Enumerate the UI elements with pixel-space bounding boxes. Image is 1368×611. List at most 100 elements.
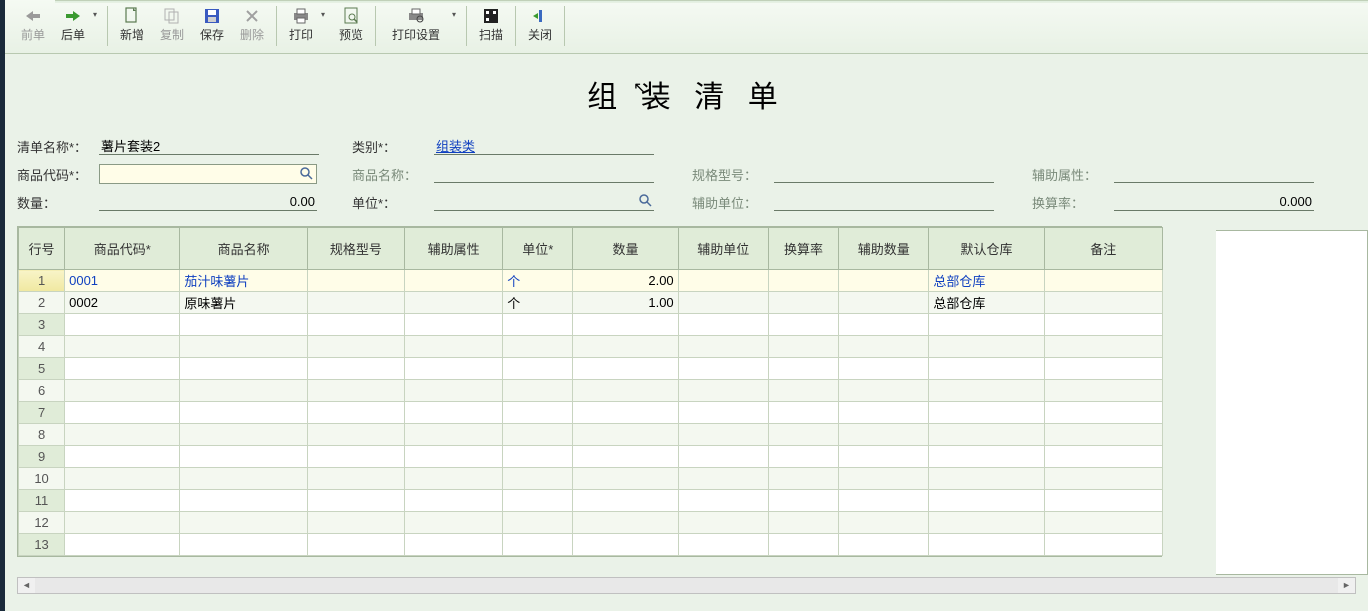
table-cell[interactable] bbox=[929, 446, 1044, 468]
table-cell[interactable] bbox=[929, 358, 1044, 380]
table-row[interactable]: 10 bbox=[19, 468, 1163, 490]
table-cell[interactable] bbox=[929, 336, 1044, 358]
qty-field[interactable] bbox=[99, 193, 317, 211]
table-cell[interactable]: 6 bbox=[19, 380, 65, 402]
table-cell[interactable] bbox=[929, 424, 1044, 446]
table-cell[interactable] bbox=[678, 446, 768, 468]
conv-rate-field[interactable] bbox=[1114, 193, 1314, 211]
table-cell[interactable] bbox=[678, 380, 768, 402]
table-row[interactable]: 6 bbox=[19, 380, 1163, 402]
table-cell[interactable] bbox=[307, 292, 404, 314]
table-cell[interactable]: 13 bbox=[19, 534, 65, 556]
table-cell[interactable] bbox=[929, 534, 1044, 556]
table-cell[interactable] bbox=[65, 424, 180, 446]
table-cell[interactable]: 1 bbox=[19, 270, 65, 292]
prev-button[interactable]: 前单 bbox=[13, 4, 53, 48]
list-name-field[interactable] bbox=[99, 137, 319, 155]
table-cell[interactable]: 茄汁味薯片 bbox=[180, 270, 307, 292]
table-cell[interactable] bbox=[404, 358, 502, 380]
table-cell[interactable] bbox=[307, 446, 404, 468]
table-cell[interactable] bbox=[573, 314, 678, 336]
table-cell[interactable] bbox=[768, 468, 838, 490]
table-row[interactable]: 7 bbox=[19, 402, 1163, 424]
search-icon[interactable] bbox=[299, 166, 315, 182]
table-cell[interactable] bbox=[1044, 314, 1162, 336]
table-cell[interactable] bbox=[307, 424, 404, 446]
table-cell[interactable]: 总部仓库 bbox=[929, 270, 1044, 292]
table-cell[interactable]: 0002 bbox=[65, 292, 180, 314]
close-button[interactable]: 关闭 bbox=[520, 4, 560, 48]
table-cell[interactable] bbox=[404, 468, 502, 490]
table-row[interactable]: 20002原味薯片个1.00总部仓库 bbox=[19, 292, 1163, 314]
print-setup-button[interactable]: 打印设置 bbox=[380, 4, 452, 48]
table-cell[interactable] bbox=[307, 402, 404, 424]
aux-unit-field[interactable] bbox=[774, 193, 994, 211]
table-cell[interactable]: 0001 bbox=[65, 270, 180, 292]
table-cell[interactable] bbox=[839, 512, 929, 534]
table-cell[interactable] bbox=[678, 270, 768, 292]
table-cell[interactable] bbox=[929, 380, 1044, 402]
table-cell[interactable] bbox=[768, 314, 838, 336]
table-cell[interactable] bbox=[404, 270, 502, 292]
table-cell[interactable] bbox=[65, 468, 180, 490]
table-cell[interactable] bbox=[768, 358, 838, 380]
table-cell[interactable]: 2.00 bbox=[573, 270, 678, 292]
table-cell[interactable]: 8 bbox=[19, 424, 65, 446]
table-cell[interactable] bbox=[839, 380, 929, 402]
table-cell[interactable]: 1.00 bbox=[573, 292, 678, 314]
table-cell[interactable] bbox=[573, 358, 678, 380]
table-cell[interactable] bbox=[307, 314, 404, 336]
table-cell[interactable]: 2 bbox=[19, 292, 65, 314]
table-cell[interactable] bbox=[503, 424, 573, 446]
table-cell[interactable] bbox=[1044, 358, 1162, 380]
table-cell[interactable] bbox=[678, 490, 768, 512]
table-cell[interactable] bbox=[768, 270, 838, 292]
table-cell[interactable]: 4 bbox=[19, 336, 65, 358]
table-cell[interactable] bbox=[839, 446, 929, 468]
table-cell[interactable] bbox=[180, 534, 307, 556]
table-cell[interactable] bbox=[573, 468, 678, 490]
table-cell[interactable]: 个 bbox=[503, 292, 573, 314]
product-name-field[interactable] bbox=[434, 165, 654, 183]
table-cell[interactable] bbox=[180, 424, 307, 446]
table-cell[interactable] bbox=[929, 402, 1044, 424]
spec-field[interactable] bbox=[774, 165, 994, 183]
table-cell[interactable] bbox=[839, 490, 929, 512]
table-row[interactable]: 9 bbox=[19, 446, 1163, 468]
copy-button[interactable]: 复制 bbox=[152, 4, 192, 48]
table-cell[interactable] bbox=[839, 292, 929, 314]
table-cell[interactable] bbox=[404, 446, 502, 468]
table-cell[interactable] bbox=[839, 336, 929, 358]
table-cell[interactable] bbox=[1044, 490, 1162, 512]
table-cell[interactable]: 3 bbox=[19, 314, 65, 336]
table-row[interactable]: 11 bbox=[19, 490, 1163, 512]
search-icon[interactable] bbox=[638, 193, 654, 209]
table-cell[interactable] bbox=[929, 512, 1044, 534]
table-row[interactable]: 8 bbox=[19, 424, 1163, 446]
table-cell[interactable] bbox=[929, 314, 1044, 336]
table-cell[interactable] bbox=[503, 468, 573, 490]
table-cell[interactable] bbox=[307, 380, 404, 402]
table-cell[interactable] bbox=[573, 490, 678, 512]
table-row[interactable]: 5 bbox=[19, 358, 1163, 380]
unit-field[interactable] bbox=[434, 193, 654, 211]
col-aux-attr[interactable]: 辅助属性 bbox=[404, 228, 502, 270]
table-row[interactable]: 4 bbox=[19, 336, 1163, 358]
table-cell[interactable]: 5 bbox=[19, 358, 65, 380]
col-aux-unit[interactable]: 辅助单位 bbox=[678, 228, 768, 270]
table-cell[interactable] bbox=[768, 336, 838, 358]
table-cell[interactable] bbox=[573, 446, 678, 468]
table-cell[interactable] bbox=[307, 358, 404, 380]
table-cell[interactable] bbox=[404, 336, 502, 358]
col-qty[interactable]: 数量 bbox=[573, 228, 678, 270]
col-spec[interactable]: 规格型号 bbox=[307, 228, 404, 270]
table-cell[interactable] bbox=[573, 534, 678, 556]
table-cell[interactable] bbox=[404, 512, 502, 534]
col-conv-rate[interactable]: 换算率 bbox=[768, 228, 838, 270]
table-cell[interactable] bbox=[678, 402, 768, 424]
col-warehouse[interactable]: 默认仓库 bbox=[929, 228, 1044, 270]
table-cell[interactable] bbox=[768, 292, 838, 314]
table-cell[interactable] bbox=[929, 468, 1044, 490]
table-cell[interactable] bbox=[573, 424, 678, 446]
table-cell[interactable] bbox=[839, 314, 929, 336]
